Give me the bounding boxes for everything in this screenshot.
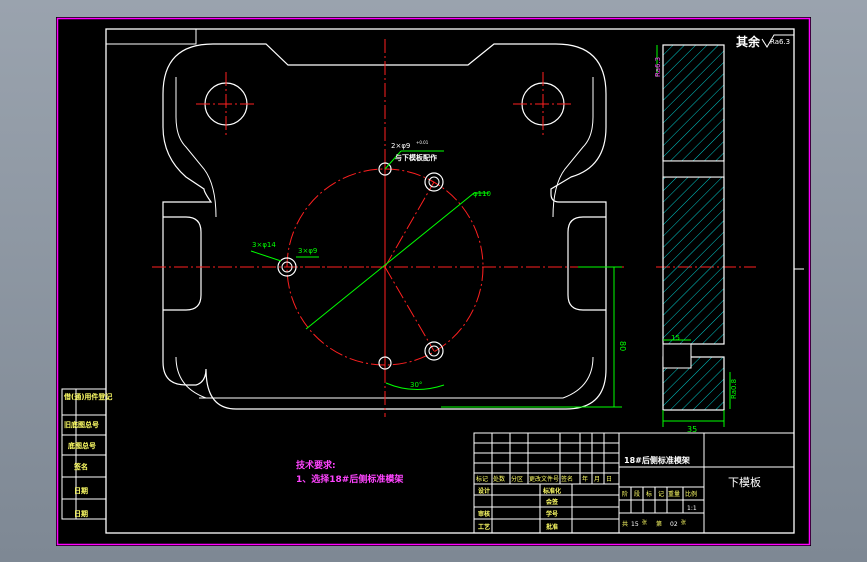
inner-corner-br [466,356,594,399]
stage-label-weight: 重量 [668,490,680,498]
drawing-canvas: 其余 Ra6.3 2×φ9 +0.01 与下模板配作 φ110 3×φ14 3×… [56,17,811,546]
dim-80: 80 [618,341,627,351]
rev-header-doc: 更改文件号 [529,475,559,483]
rev-header-month: 月 [594,476,600,483]
left-label-2: 旧底图总号 [64,420,99,429]
sheet-index-unit: 张 [681,519,686,526]
rev-header-sign: 签名 [561,475,573,483]
stage-label-scale: 比例 [685,490,697,498]
stage-label-4: 记 [658,491,664,498]
tech-req-item-1: 1、选择18#后侧标准模架 [296,473,403,485]
sheet-total: 15 [631,521,639,528]
rev-header-day: 日 [606,476,612,483]
cad-viewport[interactable]: 其余 Ra6.3 2×φ9 +0.01 与下模板配作 φ110 3×φ14 3×… [56,17,811,546]
dim-angle: 30° [410,381,422,389]
section-upper [662,44,725,162]
inner-profile-left [175,77,217,218]
leader-pitch-dia [305,192,475,330]
role-process: 工艺 [478,523,490,531]
role-design: 设计 [478,487,490,495]
stage-label-1: 阶 [622,490,628,498]
label-std: 标准化 [542,487,561,495]
callout-3x14: 3×φ14 [252,241,276,249]
label-approve: 批准 [546,523,558,531]
pitch-holes [277,162,444,370]
rev-header-count: 处数 [493,475,505,483]
rev-header-year: 年 [582,475,588,483]
tech-req-heading: 技术要求: [296,459,336,471]
section-roughness-top: Ra6.3 [654,57,662,77]
sheet-index: 02 [670,521,678,528]
inner-profile-right [552,77,594,218]
role-review: 审核 [478,510,490,518]
rev-header-mark: 标记 [476,475,488,483]
sheet-total-prefix: 共 [622,520,628,528]
inner-corner-bl [175,356,207,399]
leader-hole14 [250,250,282,262]
label-code: 学号 [546,510,558,518]
surface-finish-word: 其余 [736,34,761,49]
left-register-column [61,388,107,520]
left-label-4: 签名 [73,462,88,471]
left-label-5: 日期 [74,486,88,495]
label-check: 会签 [546,498,559,506]
radial-line-1 [384,181,435,268]
section-hole-gap [662,160,725,178]
scale-value: 1:1 [687,505,697,512]
corner-code-box [105,28,197,45]
title-block-part-name: 下模板 [728,475,761,489]
left-label-3: 底图总号 [68,441,96,450]
left-label-6: 日期 [74,509,88,518]
callout-2x9-tol: +0.01 [416,140,429,145]
title-block-title: 18#后侧标准模架 [624,455,690,465]
section-counterbore-dim: 15 [671,334,680,342]
callout-note: 与下模板配作 [395,153,437,162]
radial-line-2 [384,266,435,352]
left-label-1: 借(通)用件登记 [63,392,112,401]
surface-finish-value: Ra6.3 [770,38,790,46]
stage-label-3: 标 [646,490,652,498]
callout-3x9: 3×φ9 [298,247,317,255]
counterbore [662,343,692,369]
section-middle [662,176,725,345]
callout-phi110: φ110 [473,190,491,198]
dimensions [250,150,622,408]
sheet-total-unit: 张 [642,519,647,526]
right-slot [567,216,606,311]
stage-label-2: 段 [634,490,640,498]
section-view [656,44,731,427]
left-slot [163,216,202,311]
callout-2x9: 2×φ9 [391,142,410,150]
section-roughness-side: Ra0.8 [730,379,738,399]
rev-header-zone: 分区 [511,475,523,483]
sheet-index-prefix: 第 [656,520,662,528]
